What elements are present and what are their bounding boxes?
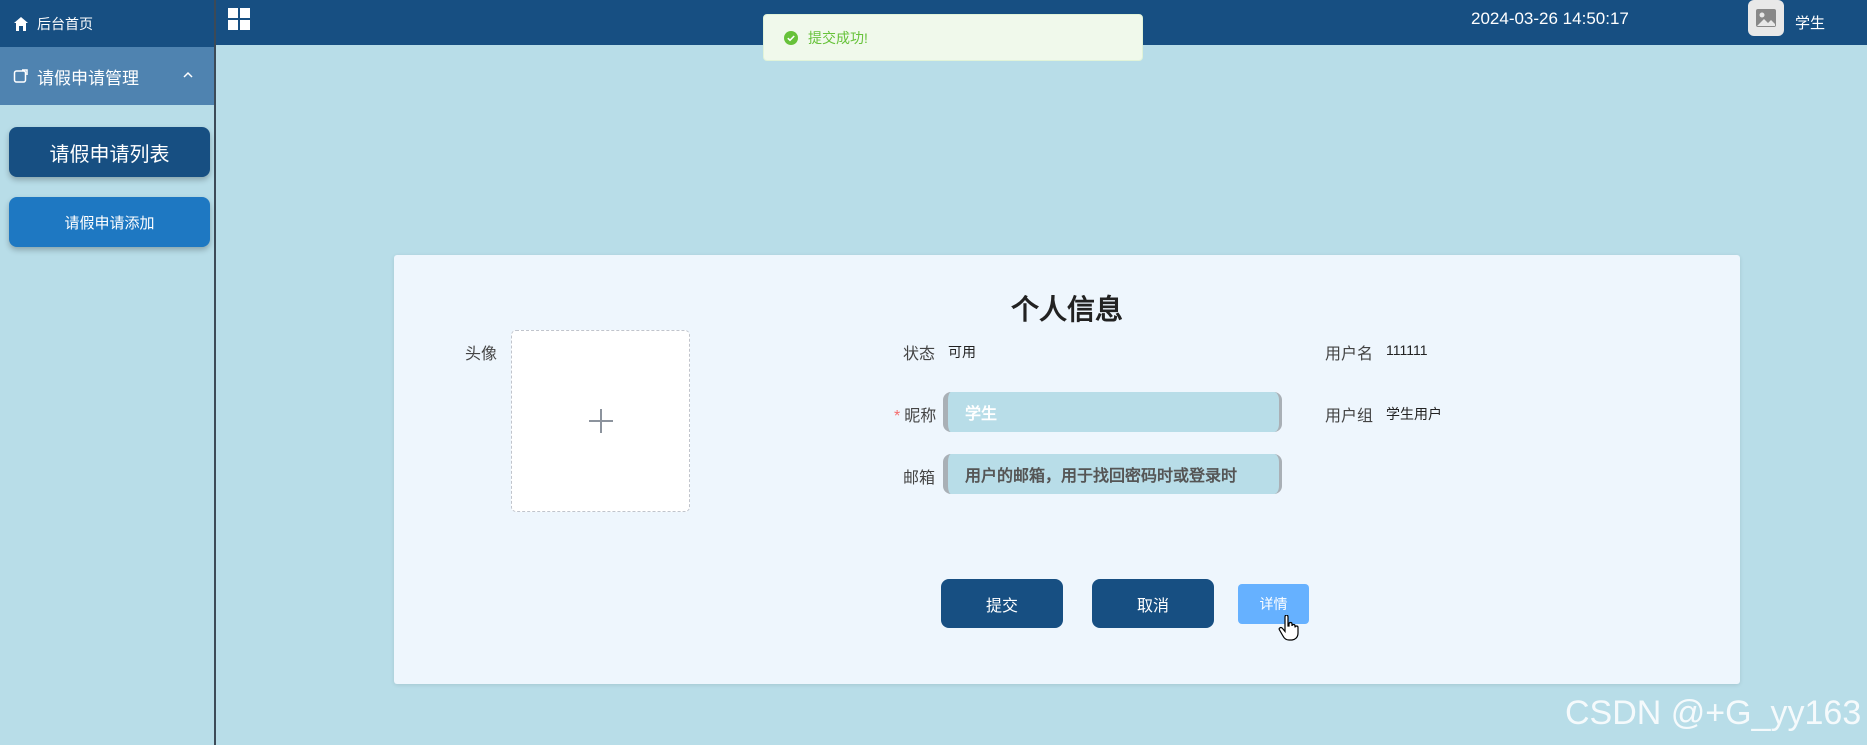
hand-cursor-icon — [1278, 615, 1299, 641]
grid-menu-icon[interactable] — [228, 8, 250, 30]
toast-message: 提交成功! — [808, 29, 868, 46]
username-label: 用户名 — [1325, 346, 1374, 363]
user-name[interactable]: 学生 — [1795, 12, 1825, 33]
nickname-label: * 昵称 — [894, 408, 937, 425]
sidebar-item-leave-add[interactable]: 请假申请添加 — [9, 197, 210, 247]
avatar[interactable] — [1748, 0, 1784, 36]
sidebar-home-label: 后台首页 — [37, 15, 93, 32]
image-icon — [1756, 9, 1776, 27]
chevron-up-icon — [183, 71, 193, 78]
home-icon — [14, 16, 28, 31]
sidebar: 后台首页 请假申请管理 请假申请列表 请假申请添加 — [0, 0, 216, 745]
success-toast: 提交成功! — [763, 14, 1143, 61]
cancel-button[interactable]: 取消 — [1092, 579, 1214, 628]
sidebar-item-home[interactable]: 后台首页 — [0, 0, 214, 47]
avatar-label: 头像 — [465, 346, 498, 363]
watermark: CSDN @+G_yy163 — [1565, 694, 1862, 732]
nickname-input[interactable]: 学生 — [943, 392, 1282, 432]
datetime-display: 2024-03-26 14:50:17 — [1471, 9, 1629, 28]
usergroup-value: 学生用户 — [1386, 406, 1442, 422]
email-input[interactable]: 用户的邮箱，用于找回密码时或登录时 — [943, 454, 1282, 494]
submit-button[interactable]: 提交 — [941, 579, 1063, 628]
page-title: 个人信息 — [1010, 294, 1123, 325]
plus-icon — [588, 409, 613, 433]
username-value: 111111 — [1386, 342, 1428, 358]
check-circle-icon — [784, 30, 798, 45]
status-label: 状态 — [903, 346, 936, 363]
avatar-uploader[interactable] — [511, 330, 690, 512]
sidebar-item-leave-list[interactable]: 请假申请列表 — [9, 127, 210, 177]
profile-card: 个人信息 头像 状态 可用 * 昵称 学生 邮箱 用户的邮箱，用于找回密码时或登录… — [394, 255, 1740, 684]
sidebar-group-leave-management[interactable]: 请假申请管理 — [0, 47, 214, 105]
status-value: 可用 — [948, 344, 976, 360]
email-label: 邮箱 — [903, 470, 936, 487]
usergroup-label: 用户组 — [1325, 408, 1374, 425]
edit-icon — [13, 69, 28, 83]
sidebar-group-label: 请假申请管理 — [37, 68, 139, 88]
